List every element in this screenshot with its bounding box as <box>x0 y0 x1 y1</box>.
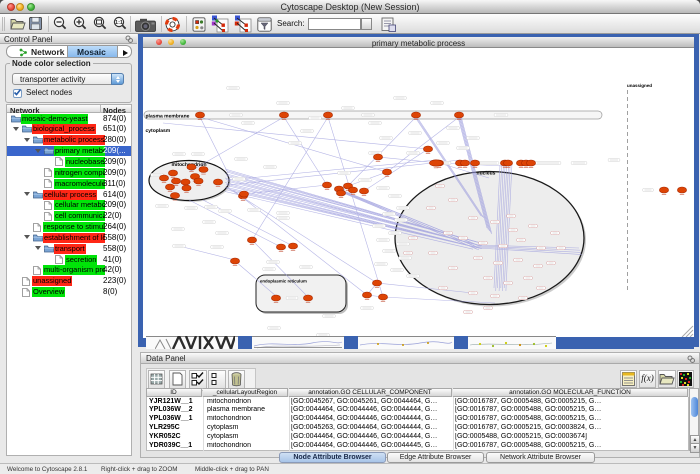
svg-text:cytoplasm: cytoplasm <box>146 128 171 134</box>
svg-text:1:1: 1:1 <box>115 20 123 26</box>
svg-text:unassigned: unassigned <box>627 83 652 88</box>
svg-text:plasma membrane: plasma membrane <box>146 114 190 120</box>
svg-text:endoplasmic reticulum: endoplasmic reticulum <box>260 279 307 284</box>
svg-text:nucleus: nucleus <box>477 171 496 177</box>
